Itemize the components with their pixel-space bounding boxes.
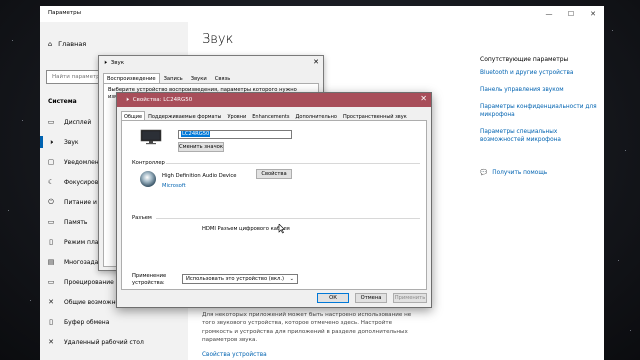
app-volume-description: Для некоторых приложений может быть наст… (202, 312, 412, 344)
sidebar-item-label: Дисплей (64, 118, 92, 126)
remote-icon: ✕ (48, 338, 54, 346)
controller-speaker-icon (140, 171, 156, 187)
device-name-field[interactable]: LC24RG50 (178, 130, 292, 139)
home-label: Главная (58, 40, 87, 48)
notification-icon: ▢ (47, 158, 55, 166)
related-link-bluetooth[interactable]: Bluetooth и другие устройства (480, 69, 600, 77)
clipboard-icon: ▯ (49, 318, 53, 326)
help-link[interactable]: 💬 Получить помощь (480, 170, 547, 176)
sidebar-item-label: Звук (64, 138, 79, 146)
speaker-icon: 🕨 (48, 137, 54, 146)
sound-dialog-title: Звук (110, 60, 125, 66)
mouse-cursor-icon (278, 224, 286, 234)
jack-group-label: Разъем (132, 215, 152, 221)
tablet-icon: ▯ (49, 238, 53, 246)
controller-group-label: Контроллер (132, 160, 165, 166)
device-properties-dialog: 🕨 Свойства: LC24RG50 ✕ Общие Поддерживае… (116, 92, 432, 308)
controller-properties-button[interactable]: Свойства (256, 169, 292, 179)
device-properties-link[interactable]: Свойства устройства (202, 352, 267, 358)
settings-titlebar: Параметры — ☐ ✕ (40, 6, 604, 22)
sidebar-item-label: Память (64, 218, 88, 226)
properties-panel: LC24RG50 Сменить значок Контроллер High … (121, 120, 427, 290)
sidebar-item-label: Удаленный рабочий стол (64, 338, 144, 346)
sidebar-item-label: Буфер обмена (64, 318, 110, 326)
related-link-sound-panel[interactable]: Панель управления звуком (480, 86, 600, 94)
ok-button[interactable]: ОК (317, 293, 349, 303)
properties-title: Свойства: LC24RG50 (132, 97, 193, 103)
home-link[interactable]: ⌂ Главная (48, 40, 86, 48)
device-usage-select[interactable]: Использовать это устройство (вкл.) ⌄ (182, 274, 298, 284)
sidebar-item[interactable]: ✕ Удаленный рабочий стол (46, 336, 186, 348)
sound-dialog-titlebar: 🕨 Звук (103, 59, 124, 67)
window-title: Параметры (48, 10, 81, 16)
multitask-icon: ▤ (47, 258, 55, 266)
sound-dialog-close-button[interactable]: ✕ (313, 58, 319, 66)
properties-close-button[interactable]: ✕ (420, 94, 427, 103)
close-button[interactable]: ✕ (582, 6, 604, 22)
apply-button[interactable]: Применить (393, 293, 427, 303)
cancel-button[interactable]: Отмена (355, 293, 387, 303)
properties-titlebar: 🕨 Свойства: LC24RG50 ✕ (117, 93, 431, 107)
monitor-icon (140, 129, 162, 145)
power-icon: ⏻ (48, 197, 54, 206)
related-heading: Сопутствующие параметры (480, 56, 569, 63)
controller-vendor: Microsoft (162, 183, 186, 189)
jack-divider (156, 218, 420, 219)
display-icon: ▭ (47, 118, 55, 126)
chevron-down-icon: ⌄ (289, 276, 294, 282)
project-icon: ▭ (47, 278, 55, 286)
moon-icon: ☾ (47, 178, 55, 186)
device-name-value: LC24RG50 (181, 131, 211, 137)
storage-icon: ▭ (47, 218, 55, 226)
speaker-icon: 🕨 (103, 59, 107, 66)
controller-name: High Definition Audio Device (162, 173, 237, 179)
related-link-mic-privacy[interactable]: Параметры конфиденциальности для микрофо… (480, 103, 600, 119)
maximize-button[interactable]: ☐ (560, 6, 582, 22)
connection-type: HDMI Разъем цифрового кабеля (202, 226, 290, 232)
related-link-mic-accessibility[interactable]: Параметры специальных возможностей микро… (480, 128, 600, 144)
minimize-button[interactable]: — (538, 6, 560, 22)
related-settings: Сопутствующие параметры Bluetooth и друг… (480, 56, 600, 153)
home-icon: ⌂ (48, 40, 53, 48)
sidebar-item[interactable]: ▯ Буфер обмена (46, 316, 186, 328)
help-icon: 💬 (480, 170, 488, 176)
page-title: Звук (202, 32, 234, 47)
device-usage-label: Применение устройства: (132, 273, 167, 286)
device-usage-value: Использовать это устройство (вкл.) (186, 276, 284, 282)
change-icon-button[interactable]: Сменить значок (178, 142, 224, 152)
help-link-label: Получить помощь (492, 170, 548, 176)
controller-divider (166, 163, 420, 164)
speaker-icon: 🕨 (125, 96, 129, 103)
share-icon: ✕ (48, 298, 54, 306)
sidebar-section-title: Система (48, 98, 77, 105)
